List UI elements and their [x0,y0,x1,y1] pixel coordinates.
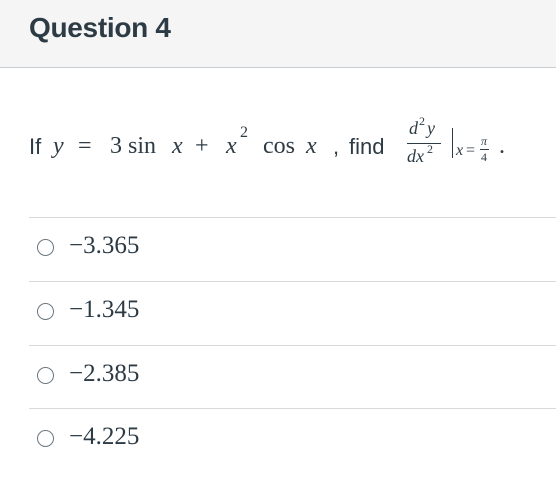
deriv-den-exp: 2 [427,142,433,156]
question-header: Question 4 [0,0,556,68]
evaluation-bar [452,128,454,158]
deriv-fraction-bar [407,143,441,145]
deriv-num-d: d [409,118,418,138]
math-x1: x [172,133,183,159]
deriv-den-dx: dx [407,146,424,166]
math-equals: = [78,133,92,159]
eval-pi: π [481,134,488,148]
math-3sin: 3 sin [110,133,157,159]
question-comma: , [333,134,340,159]
math-plus: + [195,133,209,159]
deriv-num-exp: 2 [419,114,425,128]
question-period: . [499,133,505,159]
math-exp2: 2 [240,124,248,141]
deriv-num-y: y [427,118,435,138]
answer-option-2[interactable]: −1.345 [29,282,556,344]
radio-button[interactable] [37,367,54,384]
answer-label: −4.225 [69,423,140,450]
math-x3: x [306,133,317,159]
answer-option-3[interactable]: −2.385 [29,346,556,408]
eval-x: x [456,142,464,159]
math-y: y [53,133,64,159]
radio-button[interactable] [37,430,54,447]
question-title: Question 4 [29,12,171,43]
eval-eq: = [466,142,476,159]
question-prefix: If [29,134,42,159]
answer-option-4[interactable]: −4.225 [29,409,556,471]
question-find: find [349,134,385,159]
eval-4: 4 [481,150,487,164]
math-cos: cos [263,133,295,159]
answer-option-1[interactable]: −3.365 [29,218,556,280]
answer-label: −1.345 [69,296,140,323]
math-x2: x [226,133,237,159]
question-text: If y = 3 sin x + x 2 cos x , find d 2 y … [29,114,549,178]
radio-button[interactable] [37,303,54,320]
answer-label: −2.385 [69,360,140,387]
answer-label: −3.365 [69,232,140,259]
radio-button[interactable] [37,239,54,256]
